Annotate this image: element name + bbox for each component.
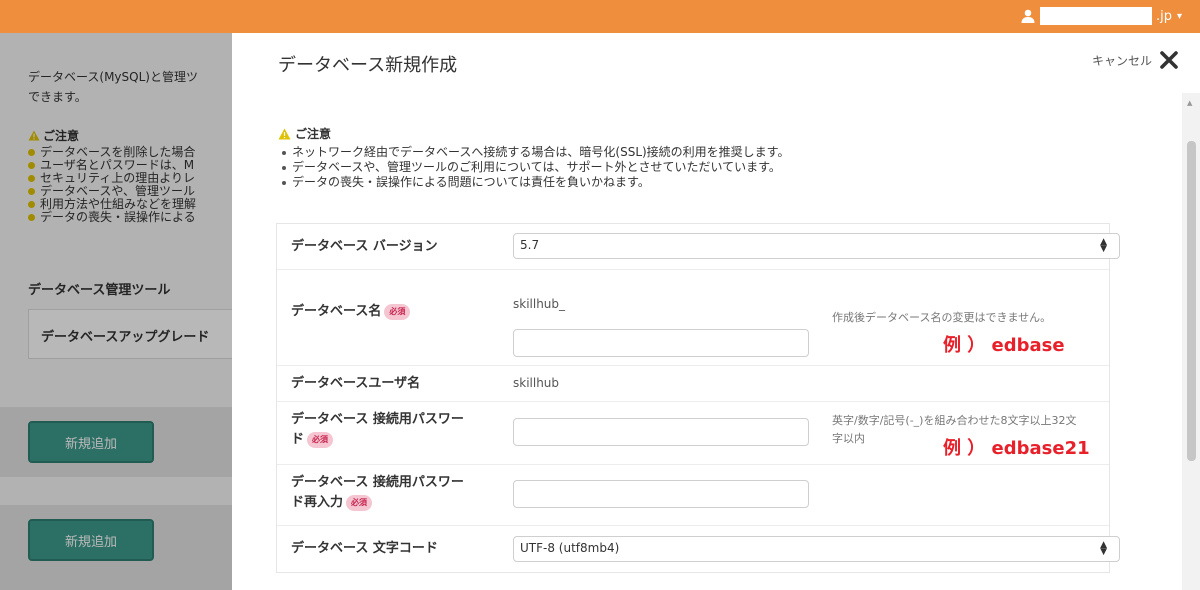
user-icon <box>1021 9 1035 23</box>
list-item-text: ネットワーク経由でデータベースへ接続する場合は、暗号化(SSL)接続の利用を推奨… <box>292 145 790 159</box>
password-example: 例 ） edbase21 <box>943 438 1090 459</box>
password-input[interactable] <box>513 418 809 446</box>
user-domain-text: .jp <box>1155 8 1172 24</box>
list-item-text: データベースや、管理ツールのご利用については、サポート外とさせていただいています… <box>292 160 781 174</box>
form-row-version: データベース バージョン 5.7 ▲ ▼ <box>277 224 1120 270</box>
notice: ご注意 ネットワーク経由でデータベースへ接続する場合は、暗号化(SSL)接続の利… <box>278 125 790 190</box>
create-database-form: データベース バージョン 5.7 ▲ ▼ データベース名 必須 skillhub_ … <box>276 223 1120 573</box>
db-name-input[interactable] <box>513 329 809 357</box>
password-label: データベース 接続用パスワー ド必須 <box>291 410 464 450</box>
bullet-icon <box>282 180 286 185</box>
list-item: データの喪失・誤操作による問題については責任を負いかねます。 <box>278 175 790 190</box>
list-item: データベースや、管理ツールのご利用については、サポート外とさせていただいています… <box>278 160 790 175</box>
chevron-down-icon: ▾ <box>1176 10 1182 22</box>
password-confirm-label-line: データベース 接続用パスワー <box>291 475 464 490</box>
create-database-modal: データベース新規作成 キャンセル ご注意 ネットワーク経由でデータベースへ接続す… <box>232 33 1200 590</box>
charset-select[interactable]: UTF-8 (utf8mb4) ▲ ▼ <box>513 536 1120 562</box>
form-row-charset: データベース 文字コード UTF-8 (utf8mb4) ▲ ▼ <box>277 526 1120 572</box>
user-menu[interactable]: .jp ▾ <box>1020 5 1182 27</box>
modal-title: データベース新規作成 <box>278 55 458 76</box>
top-header-bar: .jp ▾ <box>0 0 1200 33</box>
cancel-label: キャンセル <box>1091 53 1152 68</box>
password-confirm-label: データベース 接続用パスワー ド再入力 必須 <box>291 473 464 513</box>
version-label: データベース バージョン <box>291 239 438 254</box>
version-select-value: 5.7 <box>520 238 540 252</box>
redacted-username <box>1039 7 1152 25</box>
warning-icon <box>278 128 291 139</box>
required-badge: 必須 <box>307 431 334 448</box>
notice-title-text: ご注意 <box>295 127 332 141</box>
cancel-button[interactable]: キャンセル <box>1092 49 1180 71</box>
db-name-label: データベース名 必須 <box>291 302 411 322</box>
db-user-label: データベースユーザ名 <box>291 376 421 391</box>
required-badge: 必須 <box>346 494 373 511</box>
select-arrows-icon: ▲ ▼ <box>1100 540 1107 557</box>
required-badge: 必須 <box>384 303 411 320</box>
db-name-prefix: skillhub_ <box>513 297 566 311</box>
password-label-line: データベース 接続用パスワー <box>291 412 464 427</box>
password-help-line: 英字/数字/記号(-_)を組み合わせた8文字以上32文 <box>832 414 1077 427</box>
list-item: ネットワーク経由でデータベースへ接続する場合は、暗号化(SSL)接続の利用を推奨… <box>278 145 790 160</box>
password-confirm-label-line: ド再入力 <box>291 495 344 510</box>
notice-list: ネットワーク経由でデータベースへ接続する場合は、暗号化(SSL)接続の利用を推奨… <box>278 145 790 190</box>
close-icon[interactable] <box>1158 49 1180 71</box>
select-arrows-icon: ▲ ▼ <box>1100 237 1107 254</box>
scrollbar-thumb[interactable] <box>1187 141 1196 461</box>
list-item-text: データの喪失・誤操作による問題については責任を負いかねます。 <box>292 175 650 189</box>
password-confirm-input[interactable] <box>513 480 809 508</box>
notice-title: ご注意 <box>278 125 790 142</box>
bullet-icon <box>282 150 286 155</box>
bullet-icon <box>282 165 286 170</box>
charset-select-value: UTF-8 (utf8mb4) <box>520 541 620 555</box>
password-label-line: ド <box>291 432 305 447</box>
scroll-up-arrow-icon[interactable]: ▲ <box>1187 99 1192 107</box>
db-name-help: 作成後データベース名の変更はできません。 <box>832 311 1052 324</box>
modal-scrollbar[interactable]: ▲ <box>1182 93 1200 590</box>
version-select[interactable]: 5.7 ▲ ▼ <box>513 233 1120 259</box>
form-row-db-user: データベースユーザ名 skillhub <box>277 366 1109 402</box>
modal-backdrop[interactable] <box>0 33 232 590</box>
form-row-password: データベース 接続用パスワー ド必須 英字/数字/記号(-_)を組み合わせた8文… <box>277 402 1109 465</box>
db-name-example: 例 ） edbase <box>943 335 1065 356</box>
charset-label: データベース 文字コード <box>291 541 438 556</box>
form-row-db-name: データベース名 必須 skillhub_ 作成後データベース名の変更はできません。… <box>277 270 1109 366</box>
form-row-password-confirm: データベース 接続用パスワー ド再入力 必須 <box>277 465 1109 526</box>
db-name-label-text: データベース名 <box>291 304 382 319</box>
db-user-value: skillhub <box>513 376 560 390</box>
